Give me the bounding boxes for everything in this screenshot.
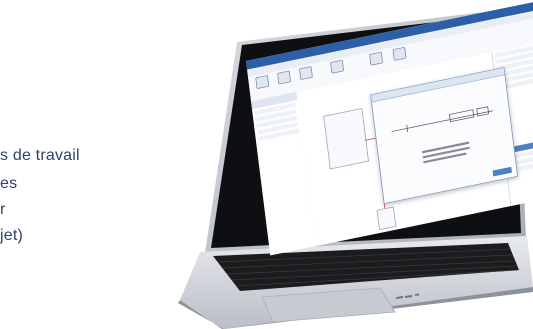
ribbon-button-6[interactable] — [389, 46, 412, 69]
app-window — [246, 0, 533, 256]
table-icon — [277, 70, 292, 85]
grid-icon — [369, 51, 384, 66]
ribbon-button-1[interactable] — [251, 74, 274, 97]
ribbon-button-5[interactable] — [365, 51, 388, 74]
distribution-panel-symbol[interactable] — [323, 108, 369, 170]
list-icon — [298, 66, 313, 81]
grid-icon — [392, 46, 407, 61]
laptop — [0, 0, 533, 329]
screen — [0, 0, 533, 329]
ribbon-button-3[interactable] — [295, 65, 318, 88]
ribbon-button-2[interactable] — [273, 70, 296, 93]
wire — [364, 137, 376, 141]
document-icon — [255, 75, 270, 90]
line-icon — [330, 59, 345, 74]
meter-symbol[interactable] — [376, 206, 397, 231]
ribbon-button-4[interactable] — [326, 59, 349, 82]
